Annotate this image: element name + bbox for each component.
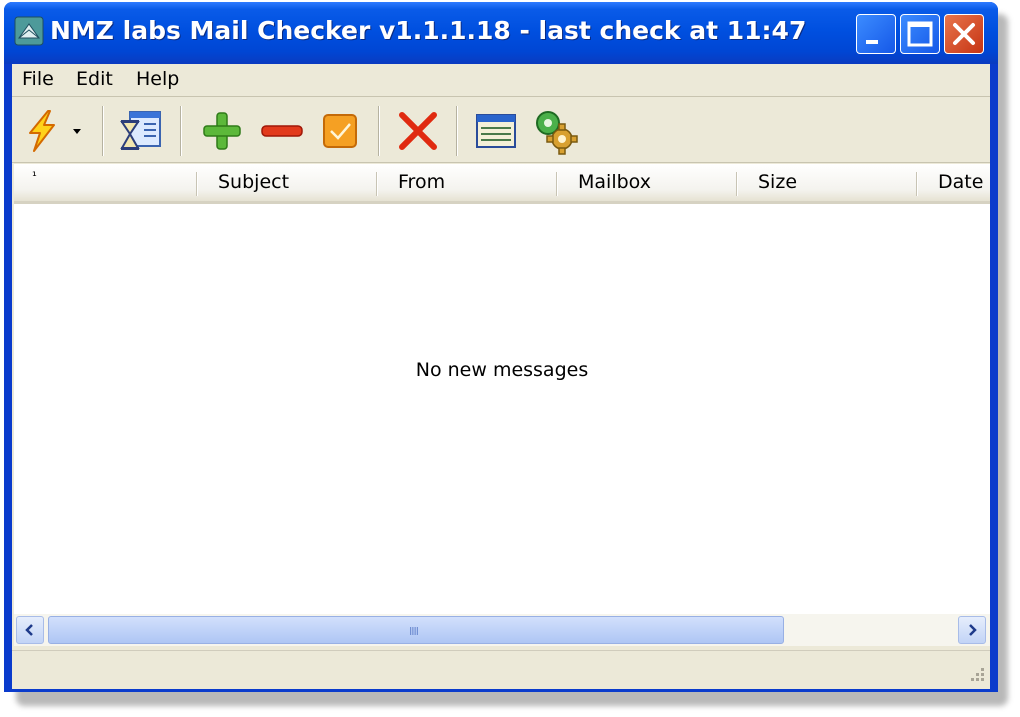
- toolbar-separator: [378, 106, 380, 156]
- empty-list-message: No new messages: [415, 359, 589, 381]
- remove-mailbox-button[interactable]: [258, 106, 306, 156]
- maximize-icon: [907, 21, 933, 47]
- close-icon: [953, 23, 975, 45]
- column-size[interactable]: Size: [758, 164, 797, 200]
- minimize-button[interactable]: [856, 14, 896, 54]
- view-list-button[interactable]: [472, 106, 520, 156]
- scroll-right-button[interactable]: [958, 616, 986, 644]
- column-mailbox[interactable]: Mailbox: [578, 164, 651, 200]
- checkbox-mark-icon: [323, 114, 357, 148]
- column-divider[interactable]: [556, 172, 558, 196]
- scroll-left-button[interactable]: [16, 616, 44, 644]
- delete-message-button[interactable]: [394, 106, 442, 156]
- menu-help[interactable]: Help: [136, 68, 179, 90]
- column-priority[interactable]: ¹: [32, 164, 37, 200]
- list-header: ¹ Subject From Mailbox Size Date: [14, 164, 990, 204]
- column-divider[interactable]: [736, 172, 738, 196]
- add-mailbox-button[interactable]: [198, 106, 246, 156]
- toolbar-separator: [180, 106, 182, 156]
- title-bar[interactable]: NMZ labs Mail Checker v1.1.1.18 - last c…: [4, 2, 998, 64]
- chevron-left-icon: [25, 624, 33, 636]
- column-date[interactable]: Date: [938, 164, 983, 200]
- resize-grip-icon[interactable]: [964, 663, 986, 685]
- close-button[interactable]: [944, 14, 984, 54]
- column-divider[interactable]: [916, 172, 918, 196]
- message-list[interactable]: ¹ Subject From Mailbox Size Date No new …: [14, 164, 990, 614]
- add-icon: [203, 112, 241, 150]
- toolbar: [12, 98, 990, 163]
- settings-button[interactable]: [530, 106, 578, 156]
- menu-bar: File Edit Help: [12, 64, 990, 97]
- horizontal-scrollbar[interactable]: IIII: [14, 614, 990, 646]
- check-mail-button[interactable]: [18, 106, 66, 156]
- main-window: NMZ labs Mail Checker v1.1.1.18 - last c…: [4, 2, 998, 692]
- maximize-button[interactable]: [900, 14, 940, 54]
- check-mail-dropdown[interactable]: [64, 106, 90, 156]
- column-divider[interactable]: [376, 172, 378, 196]
- schedule-button[interactable]: [116, 106, 164, 156]
- delete-x-icon: [399, 112, 437, 150]
- menu-file[interactable]: File: [22, 68, 54, 90]
- menu-edit[interactable]: Edit: [76, 68, 113, 90]
- toolbar-separator: [102, 106, 104, 156]
- dropdown-arrow-icon: [73, 129, 81, 134]
- minimize-icon: [866, 40, 878, 44]
- scroll-grip: IIII: [409, 625, 419, 638]
- toolbar-separator: [456, 106, 458, 156]
- scroll-thumb[interactable]: IIII: [48, 616, 784, 644]
- status-bar: [12, 650, 990, 689]
- settings-gears-icon: [536, 111, 578, 155]
- mark-read-button[interactable]: [316, 106, 364, 156]
- hourglass-schedule-icon: [120, 111, 161, 150]
- window-title: NMZ labs Mail Checker v1.1.1.18 - last c…: [50, 16, 807, 45]
- mail-checker-app-icon: [14, 16, 44, 46]
- remove-icon: [261, 125, 303, 137]
- lightning-check-mail-icon: [29, 110, 55, 152]
- column-from[interactable]: From: [398, 164, 445, 200]
- column-subject[interactable]: Subject: [218, 164, 289, 200]
- chevron-right-icon: [969, 624, 977, 636]
- table-view-icon: [476, 114, 516, 148]
- column-divider[interactable]: [196, 172, 198, 196]
- client-area: File Edit Help ¹ Subject From Mailbox Si…: [12, 64, 990, 689]
